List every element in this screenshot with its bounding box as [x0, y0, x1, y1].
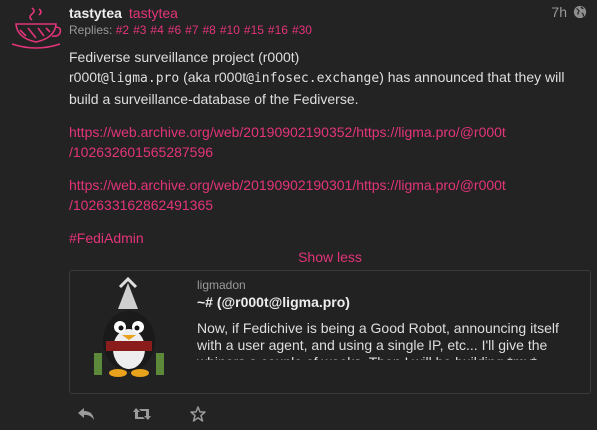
reply-link[interactable]: #2 — [116, 23, 129, 37]
status-actions — [72, 404, 240, 424]
status-time[interactable]: 7h — [551, 4, 567, 20]
account-handle[interactable]: tastytea — [129, 5, 178, 21]
preview-site: ligmadon — [197, 278, 246, 292]
content-mention: r000t@ligma.pro (aka r000t@infosec.excha… — [69, 69, 565, 107]
status-header: tastytea tastytea — [69, 0, 591, 24]
reply-link[interactable]: #8 — [203, 23, 216, 37]
display-name[interactable]: tastytea — [69, 5, 122, 21]
archive-link-1[interactable]: https://web.archive.org/web/201909021903… — [69, 124, 506, 160]
reply-link[interactable]: #7 — [185, 23, 198, 37]
reply-link[interactable]: #15 — [244, 23, 264, 37]
reply-icon — [78, 408, 94, 420]
boost-button[interactable] — [128, 404, 156, 424]
preview-description: Now, if Fedichive is being a Good Robot,… — [197, 320, 559, 360]
boost-icon — [133, 408, 151, 420]
archive-link-2[interactable]: https://web.archive.org/web/201909021903… — [69, 177, 506, 213]
preview-text: ligmadon ~# (@r000t@ligma.pro) Now, if F… — [197, 278, 582, 360]
reply-link[interactable]: #10 — [220, 23, 240, 37]
content-paragraph: https://web.archive.org/web/201909021903… — [69, 122, 591, 162]
hashtag-link[interactable]: #FediAdmin — [69, 230, 144, 246]
reply-link[interactable]: #16 — [268, 23, 288, 37]
reply-link[interactable]: #3 — [133, 23, 146, 37]
reply-link[interactable]: #30 — [292, 23, 312, 37]
preview-title: ~# (@r000t@ligma.pro) — [197, 294, 350, 310]
favourite-button[interactable] — [184, 404, 212, 424]
content-line: Fediverse surveillance project (r000t) — [69, 49, 300, 65]
avatar[interactable] — [8, 6, 64, 50]
star-icon — [190, 406, 206, 422]
status-content: Fediverse surveillance project (r000t) r… — [69, 47, 591, 248]
content-paragraph: #FediAdmin — [69, 228, 591, 248]
link-preview-card[interactable]: ligmadon ~# (@r000t@ligma.pro) Now, if F… — [69, 270, 591, 394]
reply-button[interactable] — [72, 404, 100, 424]
replies-label: Replies: — [69, 23, 113, 37]
status-main: tastytea tastytea Replies: #2 #3 #4 #6 #7 #8 #… — [69, 0, 591, 267]
reply-link[interactable]: #4 — [150, 23, 163, 37]
content-paragraph: https://web.archive.org/web/201909021903… — [69, 175, 591, 215]
preview-image — [70, 271, 188, 393]
reply-link[interactable]: #6 — [168, 23, 181, 37]
content-paragraph: Fediverse surveillance project (r000t) r… — [69, 47, 591, 109]
globe-icon — [573, 5, 587, 19]
show-less-button[interactable]: Show less — [69, 249, 591, 267]
replies-line: Replies: #2 #3 #4 #6 #7 #8 #10 #15 #16 #30 — [69, 23, 591, 37]
